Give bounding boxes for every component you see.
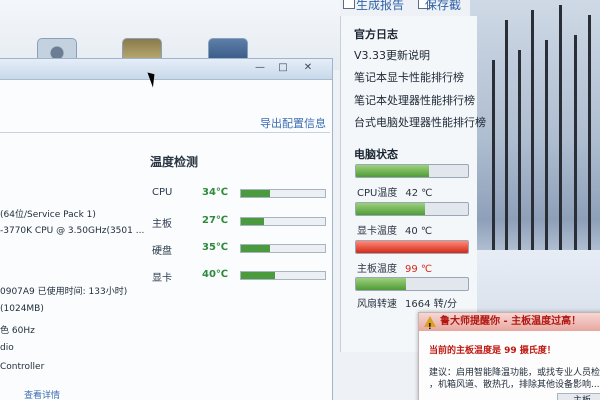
tree-trunk [531, 10, 534, 250]
gpu-temp-label: 显卡温度 40 ℃ [357, 226, 433, 237]
fan-speed-label: 风扇转速 1664 转/分 [357, 299, 457, 310]
popup-suggestion-line: ，机箱风道、散热孔，排除其他设备影响... [429, 380, 600, 390]
temp-value: 40℃ [202, 269, 229, 280]
temp-bar [240, 217, 326, 226]
window-titlebar[interactable]: — □ ✕ [0, 59, 332, 80]
generate-report-link[interactable]: 生成报告 [356, 0, 404, 13]
board-temp-label: 主板温度 99 ℃ [357, 264, 433, 275]
popup-message: 当前的主板温度是 99 摄氏度！ [429, 346, 556, 356]
info-line: dio [0, 343, 14, 353]
fan-speed-bar [355, 277, 469, 291]
tree-trunk [545, 40, 548, 250]
info-line: 0907A9 已使用时间: 133小时) [0, 287, 128, 297]
board-button[interactable]: 主板 [557, 393, 600, 400]
info-line: (1024MB) [0, 304, 44, 314]
popup-title-bar: ! 鲁大师提醒你 - 主板温度过高！ [419, 313, 600, 331]
log-item[interactable]: 笔记本处理器性能排行榜 [354, 92, 475, 108]
tree-trunk [574, 35, 577, 250]
log-item[interactable]: 台式电脑处理器性能排行榜 [354, 114, 486, 130]
temp-label: 主板 [152, 219, 172, 230]
maximize-button[interactable]: □ [275, 62, 291, 74]
export-config-link[interactable]: 导出配置信息 [260, 115, 326, 131]
info-line: -3770K CPU @ 3.50GHz(3501 ... [0, 226, 145, 236]
temperature-title: 温度检测 [150, 155, 199, 169]
info-line: 色 60Hz [0, 326, 35, 336]
log-item[interactable]: 笔记本显卡性能排行榜 [354, 69, 464, 85]
tree-trunk [492, 60, 495, 250]
temp-label: CPU [152, 187, 173, 198]
temp-bar [240, 189, 326, 198]
alert-popup: ! 鲁大师提醒你 - 主板温度过高！ 当前的主板温度是 99 摄氏度！ 建议：启… [418, 312, 600, 400]
gpu-temp-bar [355, 202, 469, 216]
temp-label: 显卡 [152, 273, 172, 284]
tree-trunk [518, 50, 521, 250]
status-title: 电脑状态 [354, 148, 398, 161]
temp-bar [240, 271, 326, 280]
info-line: Controller [0, 362, 45, 372]
minimize-button[interactable]: — [252, 62, 268, 74]
log-header: 官方日志 [354, 28, 398, 41]
log-item[interactable]: V3.33更新说明 [354, 47, 430, 63]
temp-value: 27℃ [202, 215, 229, 226]
tree-trunk [505, 20, 508, 250]
board-temp-bar [355, 240, 469, 254]
cpu-temp-label: CPU温度 42 ℃ [357, 188, 433, 199]
hardware-window: — □ ✕ 导出配置信息 温度检测 CPU 34℃ 主板 27℃ 硬盘 35℃ … [0, 58, 333, 400]
popup-title: 鲁大师提醒你 - 主板温度过高！ [440, 316, 582, 327]
details-link[interactable]: 查看详情 [24, 388, 60, 400]
warning-icon: ! [424, 316, 436, 331]
divider [0, 132, 330, 133]
cpu-temp-bar [355, 164, 469, 178]
tree-trunk [559, 5, 562, 250]
close-button[interactable]: ✕ [299, 62, 317, 74]
info-line: (64位/Service Pack 1) [0, 210, 96, 220]
report-icon [343, 0, 355, 9]
temp-bar [240, 244, 326, 253]
temp-value: 35℃ [202, 242, 229, 253]
tree-trunk [588, 15, 591, 250]
temp-label: 硬盘 [152, 246, 172, 257]
temp-value: 34℃ [202, 187, 229, 198]
right-panel: 官方日志 V3.33更新说明 笔记本显卡性能排行榜 笔记本处理器性能排行榜 台式… [340, 16, 486, 352]
